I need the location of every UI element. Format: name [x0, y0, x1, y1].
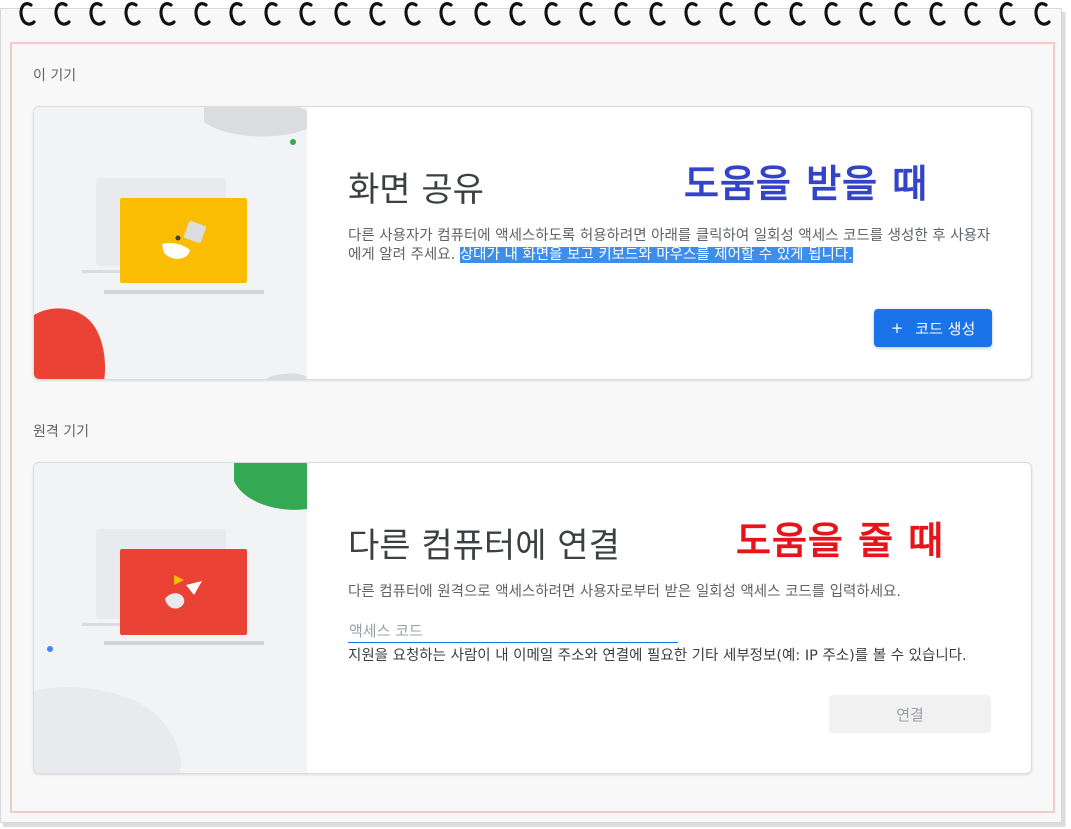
- spiral-ring: [1034, 2, 1051, 26]
- section-label-this-device: 이 기기: [33, 68, 77, 84]
- spiral-ring: [614, 2, 631, 26]
- spiral-ring: [334, 2, 351, 26]
- generate-code-label: 코드 생성: [915, 319, 976, 338]
- spiral-ring: [754, 2, 771, 26]
- remote-connect-laptop-icon: [34, 463, 307, 773]
- spiral-ring: [299, 2, 316, 26]
- spiral-ring: [824, 2, 841, 26]
- spiral-ring: [54, 2, 71, 26]
- remote-connect-title: 다른 컴퓨터에 연결: [348, 526, 620, 566]
- screen-share-card: 화면 공유 다른 사용자가 컴퓨터에 액세스하도록 허용하려면 아래를 클릭하여…: [33, 106, 1032, 380]
- screen-share-laptop-icon: [34, 107, 307, 379]
- spiral-ring: [264, 2, 281, 26]
- spiral-ring: [894, 2, 911, 26]
- plus-icon: +: [890, 319, 904, 337]
- spiral-ring: [474, 2, 491, 26]
- spiral-ring: [439, 2, 456, 26]
- spiral-ring: [544, 2, 561, 26]
- section-label-remote-device: 원격 기기: [33, 424, 89, 440]
- generate-code-button[interactable]: + 코드 생성: [874, 309, 992, 347]
- connect-button[interactable]: 연결: [829, 695, 991, 733]
- spiral-ring: [649, 2, 666, 26]
- remote-connect-description: 다른 컴퓨터에 원격으로 액세스하려면 사용자로부터 받은 일회성 액세스 코드…: [348, 584, 902, 600]
- spiral-ring: [509, 2, 526, 26]
- access-code-input[interactable]: [348, 619, 678, 643]
- spiral-ring: [194, 2, 211, 26]
- spiral-ring: [159, 2, 176, 26]
- screen-share-description: 다른 사용자가 컴퓨터에 액세스하도록 허용하려면 아래를 클릭하여 일회성 액…: [348, 227, 998, 265]
- spiral-ring: [404, 2, 421, 26]
- privacy-hint: 지원을 요청하는 사람이 내 이메일 주소와 연결에 필요한 기타 세부정보(예…: [348, 648, 967, 664]
- spiral-binding: [19, 2, 1051, 26]
- annotation-receive-help: 도움을 받을 때: [684, 162, 929, 206]
- remote-connect-illustration: [34, 463, 307, 773]
- spiral-ring: [369, 2, 386, 26]
- screen-share-title: 화면 공유: [348, 170, 484, 210]
- annotation-give-help: 도움을 줄 때: [736, 519, 945, 563]
- spiral-ring: [719, 2, 736, 26]
- screen-share-illustration: [34, 107, 307, 379]
- spiral-ring: [964, 2, 981, 26]
- spiral-ring: [789, 2, 806, 26]
- spiral-ring: [229, 2, 246, 26]
- spiral-ring: [929, 2, 946, 26]
- spiral-ring: [579, 2, 596, 26]
- remote-connect-card: 다른 컴퓨터에 연결 다른 컴퓨터에 원격으로 액세스하려면 사용자로부터 받은…: [33, 462, 1032, 774]
- spiral-ring: [89, 2, 106, 26]
- spiral-ring: [999, 2, 1016, 26]
- spiral-ring: [124, 2, 141, 26]
- spiral-ring: [684, 2, 701, 26]
- spiral-ring: [859, 2, 876, 26]
- spiral-ring: [19, 2, 36, 26]
- highlighted-text: 상대가 내 화면을 보고 키보드와 마우스를 제어할 수 있게 됩니다.: [459, 247, 853, 263]
